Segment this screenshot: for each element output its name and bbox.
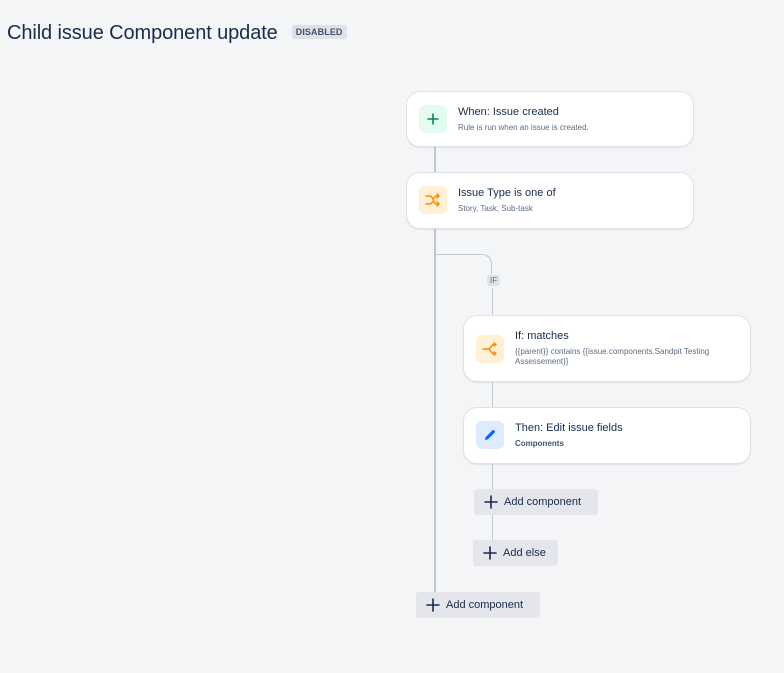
branch-add-component-button[interactable]: Add component [474,489,598,515]
trigger-title: When: Issue created [458,106,559,118]
branch-connector [434,254,492,274]
if-badge: IF [487,275,501,286]
connector-line [492,381,493,408]
connector-line [492,288,493,316]
action-card[interactable]: Then: Edit issue fields Components [463,407,751,464]
add-else-label: Add else [503,547,546,559]
if-condition-title: If: matches [515,330,569,342]
rule-header: Child issue Component update DISABLED [7,22,347,45]
add-component-label: Add component [446,599,524,611]
condition-subtitle: Story, Task, Sub-task [458,204,533,213]
status-badge: DISABLED [291,24,347,39]
add-component-button[interactable]: Add component [416,592,540,618]
trigger-card[interactable]: When: Issue created Rule is run when an … [406,91,694,147]
plus-icon [483,546,497,560]
branch-icon [476,335,504,363]
pencil-icon [476,421,504,449]
trigger-subtitle: Rule is run when an issue is created. [458,123,589,132]
connector-line [434,146,436,173]
plus-icon [419,105,447,133]
action-title: Then: Edit issue fields [515,422,623,434]
plus-icon [484,495,498,509]
if-condition-card[interactable]: If: matches {{parent}} contains {{issue.… [463,315,751,382]
condition-card[interactable]: Issue Type is one of Story, Task, Sub-ta… [406,172,694,229]
automation-rule-canvas: Child issue Component update DISABLED Wh… [0,0,784,673]
if-condition-subtitle: {{parent}} contains {{issue.components.S… [515,347,710,366]
rule-title: Child issue Component update [7,22,278,44]
add-component-label: Add component [504,496,582,508]
plus-icon [426,598,440,612]
action-subtitle: Components [515,439,564,448]
connector-line [434,228,436,593]
add-else-button[interactable]: Add else [473,540,558,566]
condition-title: Issue Type is one of [458,187,556,199]
shuffle-icon [419,186,447,214]
